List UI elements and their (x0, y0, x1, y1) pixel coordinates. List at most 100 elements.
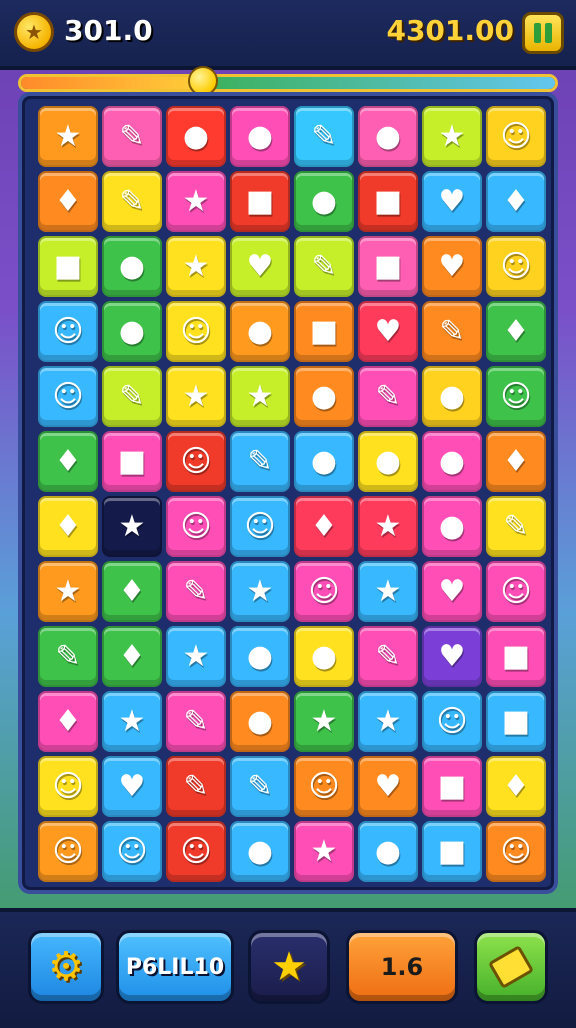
tile-r4-c4[interactable]: ● (230, 301, 290, 362)
tile-r1-c8[interactable]: ☺ (486, 106, 546, 167)
tile-r6-c7[interactable]: ● (422, 431, 482, 492)
tile-r11-c1[interactable]: ☺ (38, 756, 98, 817)
boost-button[interactable] (474, 930, 548, 1004)
tile-r4-c7[interactable]: ✎ (422, 301, 482, 362)
tile-r8-c3[interactable]: ✎ (166, 561, 226, 622)
tile-r2-c6[interactable]: ■ (358, 171, 418, 232)
tile-r7-c5[interactable]: ♦ (294, 496, 354, 557)
tile-r7-c8[interactable]: ✎ (486, 496, 546, 557)
tile-r2-c1[interactable]: ♦ (38, 171, 98, 232)
tile-r5-c7[interactable]: ● (422, 366, 482, 427)
tile-r2-c8[interactable]: ♦ (486, 171, 546, 232)
tile-r10-c4[interactable]: ● (230, 691, 290, 752)
tile-r6-c2[interactable]: ■ (102, 431, 162, 492)
tile-r7-c7[interactable]: ● (422, 496, 482, 557)
tile-r4-c6[interactable]: ♥ (358, 301, 418, 362)
tile-r12-c2[interactable]: ☺ (102, 821, 162, 882)
tile-r2-c4[interactable]: ■ (230, 171, 290, 232)
tile-r8-c5[interactable]: ☺ (294, 561, 354, 622)
tile-r9-c6[interactable]: ✎ (358, 626, 418, 687)
tile-r3-c8[interactable]: ☺ (486, 236, 546, 297)
tile-r5-c1[interactable]: ☺ (38, 366, 98, 427)
tile-r12-c6[interactable]: ● (358, 821, 418, 882)
tile-r10-c2[interactable]: ★ (102, 691, 162, 752)
tile-r10-c8[interactable]: ■ (486, 691, 546, 752)
pause-button[interactable] (522, 12, 564, 54)
tile-r11-c4[interactable]: ✎ (230, 756, 290, 817)
tile-r1-c7[interactable]: ★ (422, 106, 482, 167)
tile-r6-c8[interactable]: ♦ (486, 431, 546, 492)
tile-r10-c7[interactable]: ☺ (422, 691, 482, 752)
tile-r11-c2[interactable]: ♥ (102, 756, 162, 817)
tile-r10-c1[interactable]: ♦ (38, 691, 98, 752)
tile-r9-c1[interactable]: ✎ (38, 626, 98, 687)
tile-r12-c1[interactable]: ☺ (38, 821, 98, 882)
tile-r1-c5[interactable]: ✎ (294, 106, 354, 167)
tile-r11-c8[interactable]: ♦ (486, 756, 546, 817)
tile-r1-c6[interactable]: ● (358, 106, 418, 167)
tile-r7-c6[interactable]: ★ (358, 496, 418, 557)
tile-r6-c4[interactable]: ✎ (230, 431, 290, 492)
tile-r9-c2[interactable]: ♦ (102, 626, 162, 687)
tile-r3-c1[interactable]: ■ (38, 236, 98, 297)
tile-r3-c2[interactable]: ● (102, 236, 162, 297)
tile-r5-c5[interactable]: ● (294, 366, 354, 427)
tile-r4-c8[interactable]: ♦ (486, 301, 546, 362)
tile-r1-c4[interactable]: ● (230, 106, 290, 167)
tile-r7-c2[interactable]: ★ (102, 496, 162, 557)
tile-r11-c5[interactable]: ☺ (294, 756, 354, 817)
tile-r8-c8[interactable]: ☺ (486, 561, 546, 622)
tile-r3-c4[interactable]: ♥ (230, 236, 290, 297)
tile-r5-c6[interactable]: ✎ (358, 366, 418, 427)
tile-r9-c3[interactable]: ★ (166, 626, 226, 687)
tile-r9-c7[interactable]: ♥ (422, 626, 482, 687)
tile-r6-c6[interactable]: ● (358, 431, 418, 492)
tile-r1-c1[interactable]: ★ (38, 106, 98, 167)
mode-button[interactable]: P6LIL10 (116, 930, 234, 1004)
tile-r5-c4[interactable]: ★ (230, 366, 290, 427)
tile-r10-c3[interactable]: ✎ (166, 691, 226, 752)
tile-r4-c1[interactable]: ☺ (38, 301, 98, 362)
tile-r1-c3[interactable]: ● (166, 106, 226, 167)
tile-r10-c5[interactable]: ★ (294, 691, 354, 752)
tile-r7-c3[interactable]: ☺ (166, 496, 226, 557)
tile-r12-c8[interactable]: ☺ (486, 821, 546, 882)
tile-r3-c3[interactable]: ★ (166, 236, 226, 297)
tile-r11-c7[interactable]: ■ (422, 756, 482, 817)
tile-r4-c5[interactable]: ■ (294, 301, 354, 362)
tile-r12-c4[interactable]: ● (230, 821, 290, 882)
tile-r6-c1[interactable]: ♦ (38, 431, 98, 492)
tile-r9-c5[interactable]: ● (294, 626, 354, 687)
tile-r5-c8[interactable]: ☺ (486, 366, 546, 427)
tile-r3-c5[interactable]: ✎ (294, 236, 354, 297)
tile-r4-c3[interactable]: ☺ (166, 301, 226, 362)
tile-r4-c2[interactable]: ● (102, 301, 162, 362)
settings-button[interactable]: ⚙ (28, 930, 104, 1004)
tile-r12-c5[interactable]: ★ (294, 821, 354, 882)
tile-r3-c7[interactable]: ♥ (422, 236, 482, 297)
tile-r12-c3[interactable]: ☺ (166, 821, 226, 882)
tile-r8-c1[interactable]: ★ (38, 561, 98, 622)
tile-r2-c5[interactable]: ● (294, 171, 354, 232)
tile-r2-c2[interactable]: ✎ (102, 171, 162, 232)
tile-r11-c3[interactable]: ✎ (166, 756, 226, 817)
tile-r9-c8[interactable]: ■ (486, 626, 546, 687)
tile-r2-c3[interactable]: ★ (166, 171, 226, 232)
tile-r11-c6[interactable]: ♥ (358, 756, 418, 817)
tile-r6-c5[interactable]: ● (294, 431, 354, 492)
tile-r12-c7[interactable]: ■ (422, 821, 482, 882)
tile-r8-c4[interactable]: ★ (230, 561, 290, 622)
tile-r2-c7[interactable]: ♥ (422, 171, 482, 232)
tile-r5-c3[interactable]: ★ (166, 366, 226, 427)
moves-button[interactable]: 1.6 (346, 930, 458, 1004)
tile-r5-c2[interactable]: ✎ (102, 366, 162, 427)
tile-r3-c6[interactable]: ■ (358, 236, 418, 297)
tile-r6-c3[interactable]: ☺ (166, 431, 226, 492)
tile-r1-c2[interactable]: ✎ (102, 106, 162, 167)
tile-r8-c6[interactable]: ★ (358, 561, 418, 622)
tile-r7-c4[interactable]: ☺ (230, 496, 290, 557)
tile-r9-c4[interactable]: ● (230, 626, 290, 687)
tile-r7-c1[interactable]: ♦ (38, 496, 98, 557)
star-button[interactable]: ★ (248, 930, 330, 1004)
tile-r8-c2[interactable]: ♦ (102, 561, 162, 622)
